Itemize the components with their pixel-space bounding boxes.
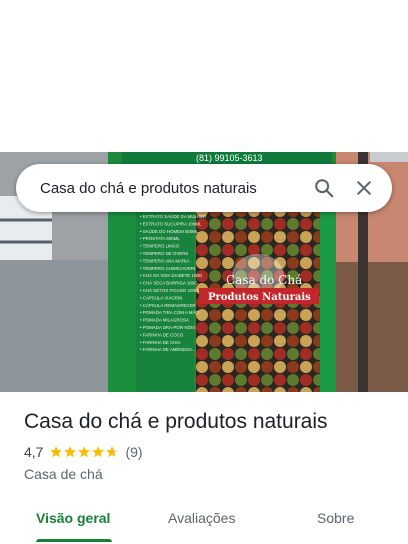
tab-reviews[interactable]: Avaliações (168, 510, 235, 526)
star-rating (49, 445, 119, 459)
search-input[interactable]: Casa do chá e produtos naturais (40, 180, 304, 197)
search-button[interactable] (304, 168, 344, 208)
search-icon (315, 179, 334, 198)
window-list-item: • CHÁ DA VIDA DIABETE 100G (140, 273, 203, 278)
window-list-item: • FARINHA DE AMÊNDOA... (140, 347, 196, 352)
banner-phone: (81) 99105-3613 (196, 153, 263, 163)
window-list-item: • EXTRATO SUCUPIRA 100ML (140, 221, 202, 226)
star-icon (64, 446, 77, 458)
window-list-item: • CÁPSULA VIAGRIN (140, 295, 182, 300)
window-list-item: • TEMPERO CHIMICHURRI (140, 266, 195, 271)
close-icon (357, 181, 371, 195)
window-list-item: • TEMPERO LIMÃO (140, 244, 180, 249)
window-list-item: • CÁPSULA REMAGRECER (140, 303, 196, 308)
place-title: Casa do chá e produtos naturais (24, 410, 328, 433)
place-tabs: Visão geral Avaliações Sobre (0, 498, 408, 544)
window-list-item: • POMADA TIRA COM A MÃO (140, 310, 199, 315)
rating-value: 4,7 (24, 444, 44, 460)
clear-search-button[interactable] (344, 168, 384, 208)
window-list-item: • TEMPERO DE OVERS (140, 251, 188, 256)
sign-name: Casa do Chá (226, 273, 302, 287)
tab-overview[interactable]: Visão geral (36, 510, 110, 526)
window-list-item: • PRÓSTATA 500ML (140, 236, 180, 241)
place-category[interactable]: Casa de chá (24, 466, 103, 482)
search-bar[interactable]: Casa do chá e produtos naturais (16, 164, 392, 212)
window-list-item: • CHÁ SECA BARRIGA 100G (140, 281, 198, 286)
window-list-item: • POMADA DRA-POR-NÓIS (140, 325, 195, 330)
window-list-item: • POMADA MILAGROSA (140, 318, 189, 323)
star-icon (106, 446, 119, 458)
sign-subtitle: Produtos Naturais (208, 292, 311, 303)
star-icon (78, 446, 91, 458)
rating-row[interactable]: 4,7 (9) (24, 444, 143, 460)
review-count[interactable]: (9) (125, 444, 142, 460)
window-list-item: • EXTRATO SAÚDE DA MULHER (140, 214, 206, 219)
window-list-item: • FARINHA DE CHIA (140, 340, 181, 345)
tab-about[interactable]: Sobre (317, 510, 354, 526)
window-list-item: • TEMPERO ANA MARIA (140, 258, 189, 263)
active-tab-indicator (36, 539, 112, 542)
map-blank-area (0, 0, 408, 152)
window-list-item: • CHÁ DETOX FIGADO 100G (140, 288, 199, 293)
star-icon (50, 446, 63, 458)
window-list-item: • SAÚDE DO HOMEM 500ML (140, 229, 199, 234)
star-icon (92, 446, 105, 458)
window-list-item: • FARINHA DE COCO (140, 332, 184, 337)
place-panel: Casa do chá e produtos naturais 4,7 (9) … (0, 392, 408, 544)
